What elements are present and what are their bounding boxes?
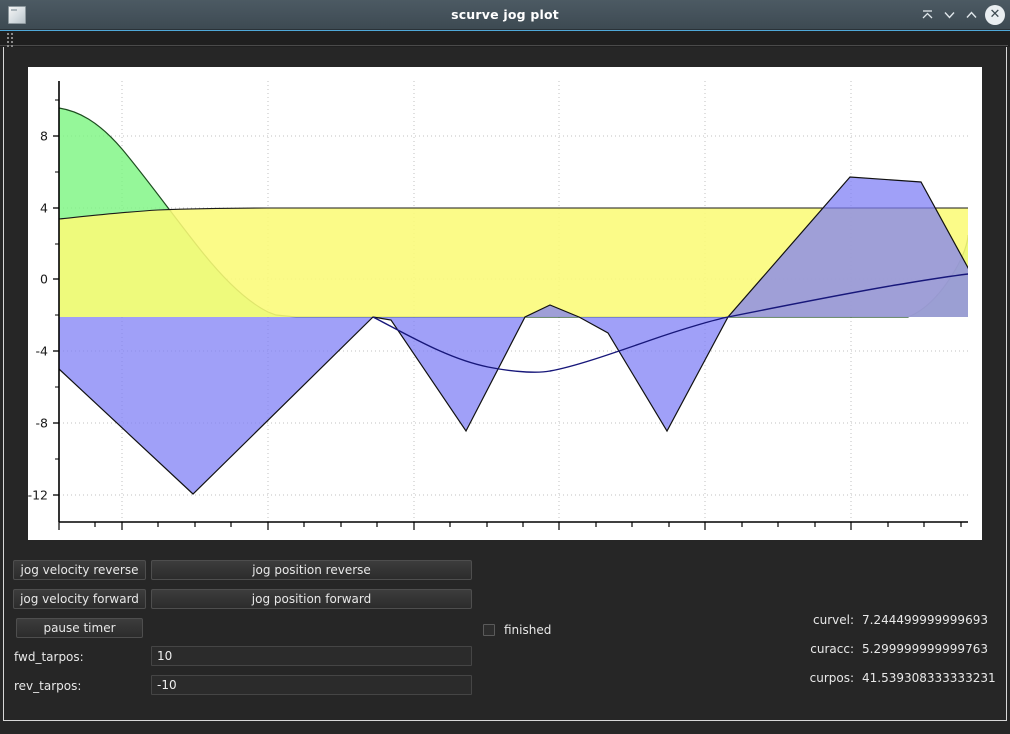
close-button[interactable]: ✕ — [984, 4, 1006, 26]
finished-checkbox-row[interactable]: finished — [483, 619, 551, 637]
curpos-value: 41.539308333333231 — [862, 671, 996, 685]
minimize-button[interactable] — [938, 4, 960, 26]
jog-position-reverse-button[interactable]: jog position reverse — [151, 560, 472, 580]
title-bar[interactable]: scurve jog plot ✕ — [0, 0, 1010, 30]
curacc-readout: curacc: 5.299999999999763 — [804, 641, 988, 657]
chevron-up-icon — [965, 11, 977, 18]
fwd-tarpos-input[interactable] — [151, 646, 472, 666]
curpos-key: curpos: — [809, 671, 854, 685]
chevron-down-icon — [943, 12, 955, 19]
jog-velocity-forward-button[interactable]: jog velocity forward — [13, 589, 146, 609]
curvel-value: 7.244499999999693 — [862, 613, 988, 627]
plot-canvas: 8 4 0 -4 -8 -12 — [28, 67, 982, 540]
scurve-plot[interactable]: 8 4 0 -4 -8 -12 — [28, 67, 982, 540]
y-tick-label: 4 — [40, 201, 48, 216]
curpos-readout: curpos: 41.539308333333231 — [804, 670, 996, 686]
finished-label: finished — [504, 622, 552, 637]
window-title: scurve jog plot — [451, 7, 559, 22]
toolbar-strip — [0, 30, 1010, 51]
y-tick-label: 8 — [40, 129, 48, 144]
toolbar-strip-inner — [0, 32, 1008, 46]
y-tick-label: -4 — [36, 344, 49, 359]
fwd-tarpos-label: fwd_tarpos: — [14, 650, 84, 664]
application-window: scurve jog plot ✕ 8 4 0 -4 -8 -12 jog ve… — [0, 0, 1010, 734]
y-tick-label: -8 — [36, 416, 49, 431]
close-icon: ✕ — [985, 5, 1005, 25]
jog-position-forward-button[interactable]: jog position forward — [151, 589, 472, 609]
jog-velocity-reverse-button[interactable]: jog velocity reverse — [13, 560, 146, 580]
curvel-key: curvel: — [813, 613, 854, 627]
curacc-value: 5.299999999999763 — [862, 642, 988, 656]
maximize-button[interactable] — [960, 4, 982, 26]
rev-tarpos-label: rev_tarpos: — [14, 679, 82, 693]
window-icon — [8, 6, 26, 24]
drag-handle-icon[interactable] — [7, 33, 13, 51]
y-tick-label: -12 — [28, 488, 48, 503]
finished-checkbox[interactable] — [483, 623, 495, 636]
shade-icon — [922, 10, 932, 19]
rev-tarpos-input[interactable] — [151, 675, 472, 695]
shade-button[interactable] — [916, 4, 938, 26]
y-tick-label: 0 — [40, 272, 48, 287]
pause-timer-button[interactable]: pause timer — [16, 618, 143, 638]
controls-panel: jog velocity reverse jog velocity forwar… — [0, 552, 1004, 712]
curvel-readout: curvel: 7.244499999999693 — [804, 612, 988, 628]
main-content: 8 4 0 -4 -8 -12 jog velocity reverse jog… — [0, 47, 1010, 723]
curacc-key: curacc: — [810, 642, 854, 656]
